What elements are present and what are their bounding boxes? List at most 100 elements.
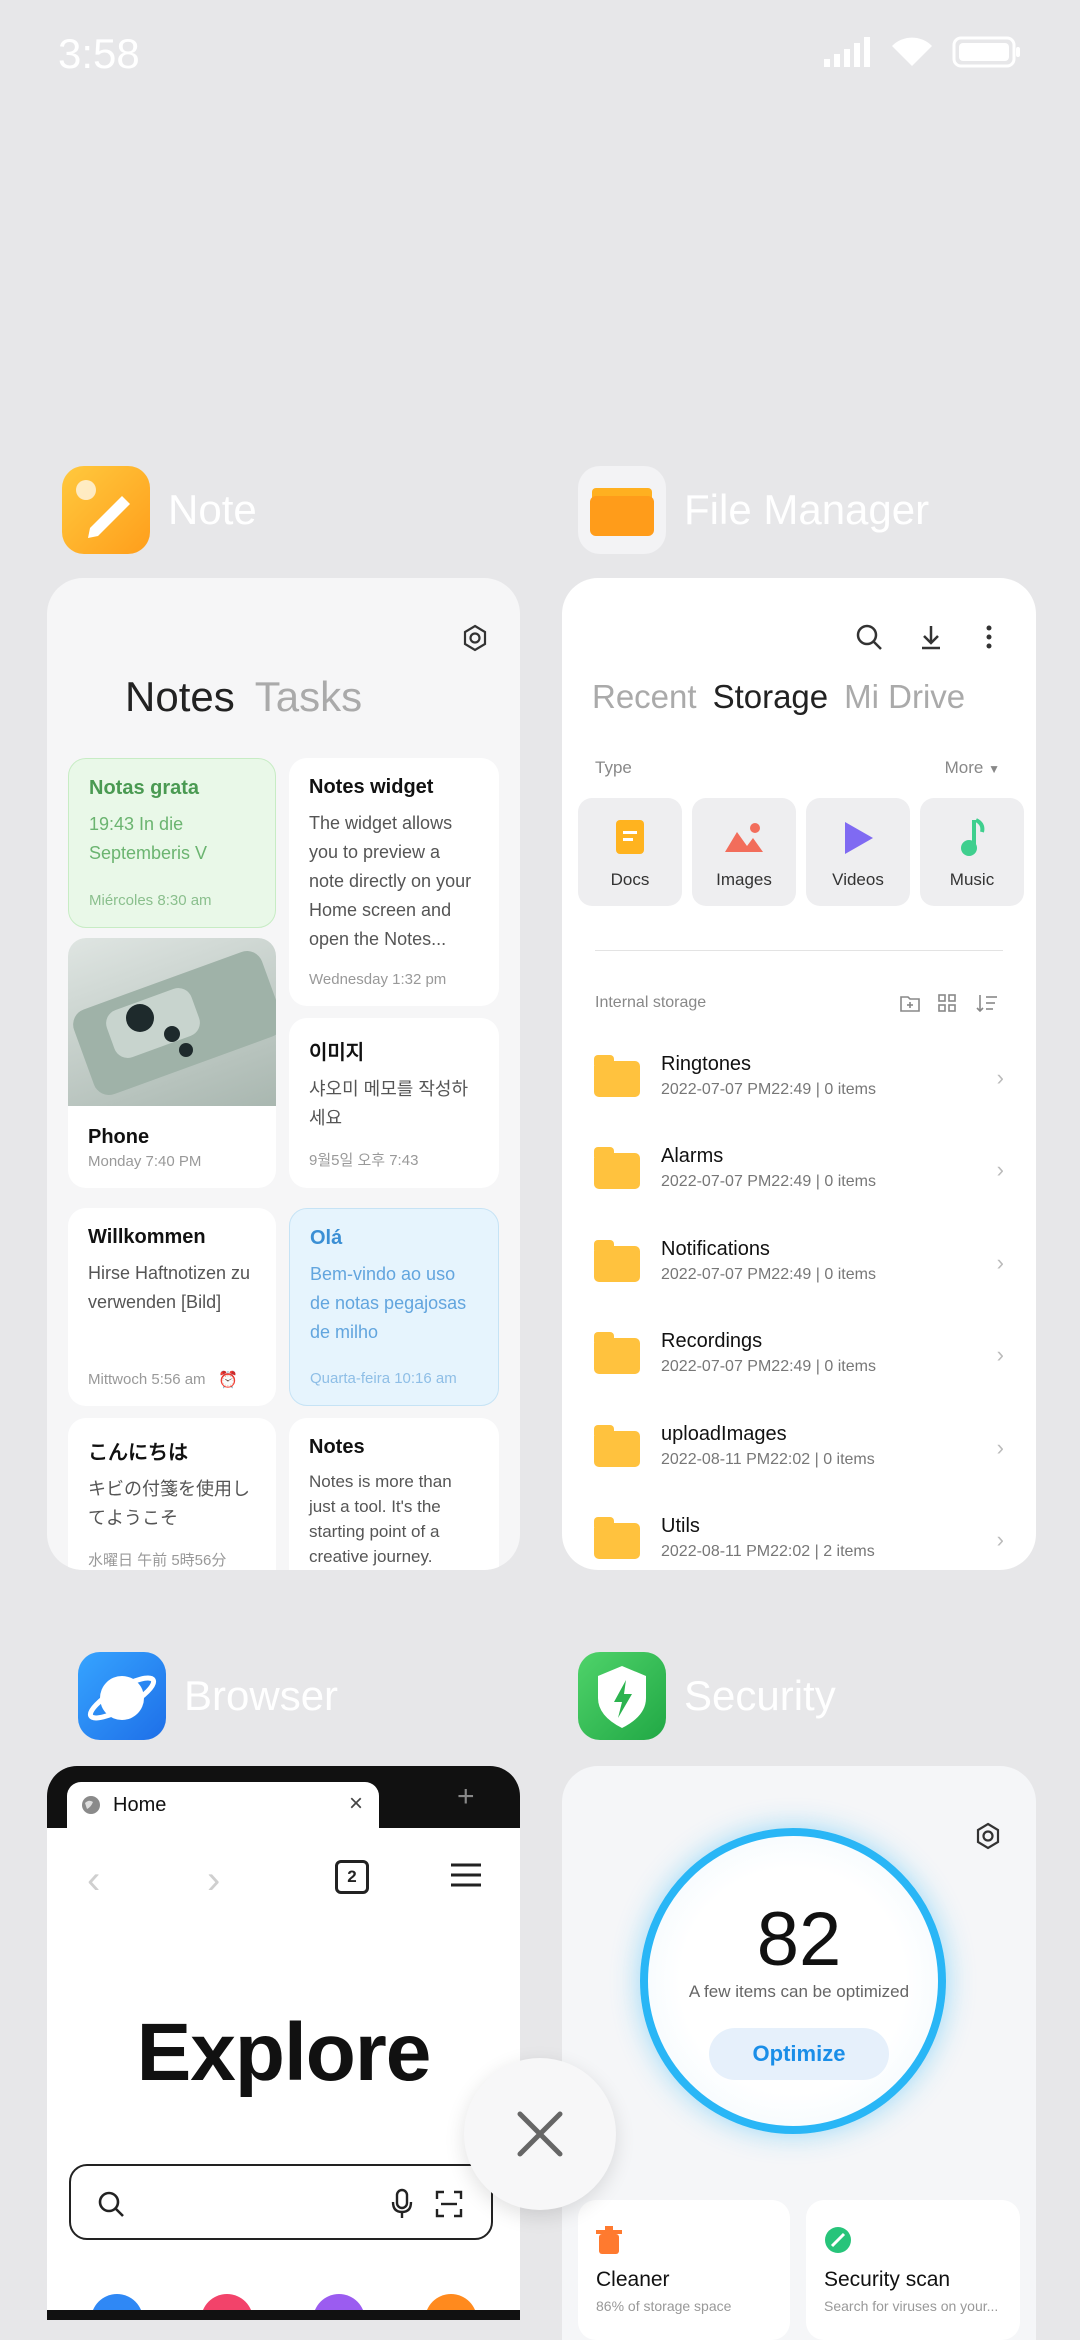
tab-tasks[interactable]: Tasks: [255, 673, 362, 720]
clear-all-button[interactable]: [464, 2058, 616, 2210]
chevron-right-icon: ›: [996, 1342, 1004, 1367]
note-app-header[interactable]: Note: [62, 466, 257, 554]
note-app-name: Note: [168, 486, 257, 533]
type-videos[interactable]: Videos: [806, 798, 910, 906]
file-manager-card[interactable]: Recent Storage Mi Drive Type More ▼ Docs I…: [562, 578, 1036, 1570]
menu-icon[interactable]: [451, 1862, 481, 1888]
folder-row[interactable]: Recordings 2022-07-07 PM22:49 | 0 items ›: [594, 1328, 1004, 1398]
settings-icon[interactable]: [461, 624, 489, 652]
tab-recent[interactable]: Recent: [592, 678, 697, 715]
chevron-down-icon: ▼: [988, 762, 1000, 776]
divider: [595, 950, 1003, 951]
tab-count-button[interactable]: 2: [335, 1860, 369, 1894]
tab-mi-drive[interactable]: Mi Drive: [844, 678, 965, 715]
wifi-icon: [892, 37, 932, 66]
browser-tab[interactable]: Home ×: [67, 1782, 379, 1828]
scan-icon[interactable]: [435, 2190, 463, 2218]
microphone-icon[interactable]: [391, 2188, 413, 2220]
folder-row[interactable]: Notifications 2022-07-07 PM22:49 | 0 item…: [594, 1236, 1004, 1306]
folder-icon: [594, 1332, 640, 1374]
file-tabs: Recent Storage Mi Drive: [592, 678, 981, 716]
browser-bottom-bar: [47, 2310, 520, 2320]
back-icon[interactable]: ‹: [87, 1858, 100, 1903]
type-music[interactable]: Music: [920, 798, 1024, 906]
browser-app-header[interactable]: Browser: [78, 1652, 338, 1740]
cleaner-tile[interactable]: Cleaner 86% of storage space: [578, 2200, 790, 2340]
type-label: Type: [595, 758, 632, 777]
folder-row[interactable]: Ringtones 2022-07-07 PM22:49 | 0 items ›: [594, 1051, 1004, 1121]
note-card[interactable]: Notes widget The widget allows you to pr…: [289, 758, 499, 1006]
more-options-icon[interactable]: [982, 622, 996, 652]
security-score: 82: [756, 1897, 842, 1982]
clock: 3:58: [58, 30, 140, 77]
alarm-icon: ⏰: [218, 1372, 238, 1389]
videos-icon: [845, 822, 873, 854]
browser-app-icon: [78, 1652, 166, 1740]
note-card-image[interactable]: Phone Monday 7:40 PM: [68, 938, 276, 1188]
folder-icon: [594, 1147, 640, 1189]
battery-icon: [952, 36, 1020, 68]
tab-notes[interactable]: Notes: [125, 673, 235, 720]
note-card[interactable]: Willkommen Hirse Haftnotizen zu verwende…: [68, 1208, 276, 1406]
note-app-icon: [62, 466, 150, 554]
note-card[interactable]: こんにちは キビの付箋を使用してようこそ 水曜日 午前 5時56分: [68, 1418, 276, 1570]
note-card[interactable]: Notas grata 19:43 In die Septemberis V M…: [68, 758, 276, 928]
close-icon: [517, 2111, 563, 2157]
chevron-right-icon: ›: [996, 1065, 1004, 1090]
files-app-header[interactable]: File Manager: [578, 466, 929, 554]
new-folder-icon[interactable]: [900, 994, 920, 1012]
folder-row[interactable]: Alarms 2022-07-07 PM22:49 | 0 items ›: [594, 1143, 1004, 1213]
security-app-header[interactable]: Security: [578, 1652, 836, 1740]
file-manager-app-icon: [578, 466, 666, 554]
tab-strip: Home × +: [47, 1766, 520, 1828]
phone-image: [68, 938, 276, 1106]
security-app-icon: [578, 1652, 666, 1740]
chevron-right-icon: ›: [996, 1435, 1004, 1460]
security-card[interactable]: 82 A few items can be optimized Optimize…: [562, 1766, 1036, 2340]
score-subtitle: A few items can be optimized: [688, 1982, 910, 2001]
optimize-button[interactable]: Optimize: [709, 2028, 889, 2080]
note-card[interactable]: 이미지 샤오미 메모를 작성하세요 9월5일 오후 7:43: [289, 1018, 499, 1188]
folder-icon: [594, 1517, 640, 1559]
folder-icon: [594, 1240, 640, 1282]
chevron-right-icon: ›: [996, 1157, 1004, 1182]
browser-card[interactable]: Home × + ‹ › 2 Explore: [47, 1766, 520, 2320]
settings-icon[interactable]: [974, 1822, 1002, 1850]
globe-icon: [82, 1796, 100, 1814]
status-icons: [824, 36, 1022, 68]
note-card[interactable]: Notes Notes is more than just a tool. It…: [289, 1418, 499, 1570]
note-card[interactable]: Olá Bem-vindo ao uso de notas pegajosas …: [289, 1208, 499, 1406]
more-link[interactable]: More ▼: [945, 758, 1000, 778]
grid-view-icon[interactable]: [938, 994, 956, 1012]
search-bar[interactable]: [69, 2164, 493, 2240]
folder-icon: [594, 1425, 640, 1467]
search-icon: [98, 2191, 124, 2217]
security-scan-tile[interactable]: Security scan Search for viruses on your…: [806, 2200, 1020, 2340]
internal-storage-label: Internal storage: [595, 994, 707, 1011]
scan-shield-icon: [825, 2227, 851, 2253]
signal-icon: [824, 37, 870, 67]
search-icon[interactable]: [854, 622, 884, 652]
close-tab-icon[interactable]: ×: [349, 1790, 363, 1818]
security-app-name: Security: [684, 1672, 836, 1719]
new-tab-icon[interactable]: +: [457, 1780, 475, 1814]
images-icon: [725, 823, 763, 852]
sort-icon[interactable]: [976, 994, 998, 1012]
type-docs[interactable]: Docs: [578, 798, 682, 906]
folder-row[interactable]: Utils 2022-08-11 PM22:02 | 2 items ›: [594, 1513, 1004, 1570]
chevron-right-icon: ›: [996, 1527, 1004, 1552]
tab-storage[interactable]: Storage: [713, 678, 829, 715]
type-images[interactable]: Images: [692, 798, 796, 906]
download-icon[interactable]: [916, 622, 946, 652]
cleaner-icon: [596, 2226, 622, 2254]
docs-icon: [616, 820, 644, 854]
files-app-name: File Manager: [684, 486, 930, 533]
note-app-card[interactable]: Notes Tasks Notas grata 19:43 In die Sept…: [47, 578, 520, 1570]
chevron-right-icon: ›: [996, 1250, 1004, 1275]
folder-row[interactable]: uploadImages 2022-08-11 PM22:02 | 0 items…: [594, 1421, 1004, 1491]
music-icon: [961, 818, 985, 856]
status-bar: 3:58: [0, 0, 1080, 110]
folder-icon: [594, 1055, 640, 1097]
forward-icon[interactable]: ›: [207, 1858, 220, 1903]
explore-logo: Explore: [136, 2007, 432, 2098]
